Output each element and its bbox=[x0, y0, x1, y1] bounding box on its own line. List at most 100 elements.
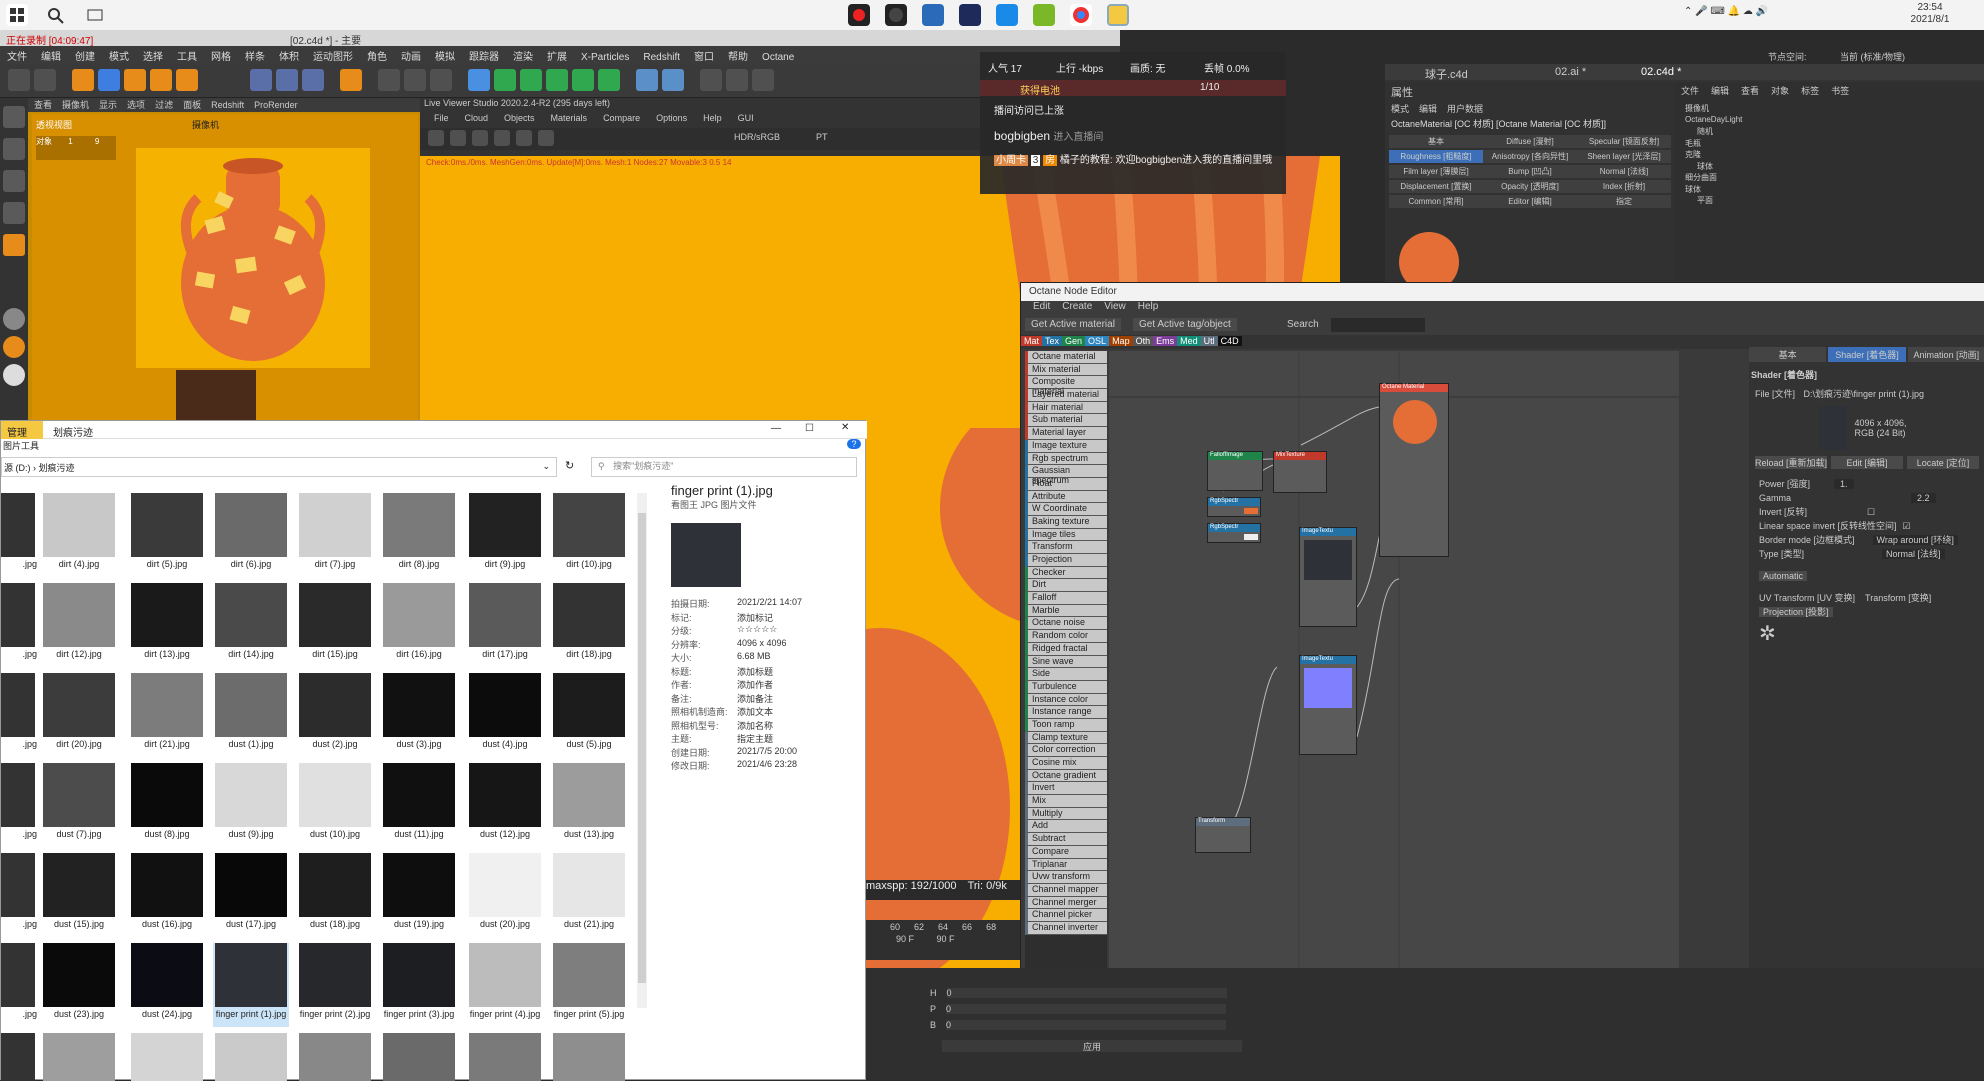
menu-item[interactable]: 编辑 bbox=[34, 46, 68, 65]
node-tab[interactable]: OSL bbox=[1085, 336, 1110, 346]
falloff-node[interactable]: FalloffImage bbox=[1207, 451, 1263, 491]
file-thumbnail[interactable]: dirt (12).jpg bbox=[41, 583, 117, 667]
node-list-item[interactable]: Channel inverter bbox=[1025, 921, 1107, 935]
meta-value[interactable]: 添加标题 bbox=[737, 665, 773, 678]
file-thumbnail-partial[interactable]: .jpg bbox=[1, 583, 37, 667]
node-tab[interactable]: C4D bbox=[1217, 336, 1242, 346]
node-editor-menu-item[interactable]: Edit bbox=[1033, 301, 1050, 312]
node-list-item[interactable]: Uvw transform bbox=[1025, 871, 1107, 884]
node-list-item[interactable]: Gaussian spectrum bbox=[1025, 465, 1107, 485]
mix-texture-node[interactable]: MixTexture bbox=[1273, 451, 1327, 493]
om-object-row[interactable]: 平面 bbox=[1685, 195, 1974, 207]
node-tab[interactable]: Utl bbox=[1200, 336, 1218, 346]
record-icon[interactable] bbox=[848, 4, 870, 26]
meta-value[interactable]: 2021/2/21 14:07 bbox=[737, 597, 802, 607]
menu-item[interactable]: 窗口 bbox=[687, 46, 721, 65]
lv-stop-icon[interactable] bbox=[494, 130, 510, 146]
file-thumbnail[interactable]: dust (7).jpg bbox=[41, 763, 117, 847]
node-list-item[interactable]: Image tiles bbox=[1025, 528, 1107, 542]
node-list-item[interactable]: Sine wave bbox=[1025, 655, 1107, 669]
scene-tab-1[interactable]: 球子.c4d bbox=[1425, 66, 1468, 82]
task-view-icon[interactable] bbox=[84, 4, 106, 26]
media-app-icon[interactable] bbox=[959, 4, 981, 26]
node-list-item[interactable]: Sub material bbox=[1025, 414, 1107, 428]
node-list-item[interactable]: Projection bbox=[1025, 554, 1107, 567]
browser-app-icon[interactable] bbox=[1033, 4, 1055, 26]
lv-menu-item[interactable]: File bbox=[434, 113, 449, 123]
om-object-row[interactable]: 细分曲面 bbox=[1685, 172, 1974, 184]
x-axis-icon[interactable] bbox=[250, 69, 272, 91]
lv-restart-icon[interactable] bbox=[450, 130, 466, 146]
menu-item[interactable]: 工具 bbox=[170, 46, 204, 65]
node-list-item[interactable]: Side bbox=[1025, 668, 1107, 681]
node-search-input[interactable] bbox=[1331, 318, 1425, 332]
meta-value[interactable]: 添加标记 bbox=[737, 611, 773, 624]
file-thumbnail[interactable]: dust (10).jpg bbox=[297, 763, 373, 847]
om-tab[interactable]: 文件 bbox=[1681, 86, 1699, 96]
file-thumbnail[interactable]: dirt (6).jpg bbox=[213, 493, 289, 577]
menu-item[interactable]: 模式 bbox=[102, 46, 136, 65]
menu-item[interactable]: 样条 bbox=[238, 46, 272, 65]
file-thumbnail[interactable]: dirt (18).jpg bbox=[551, 583, 627, 667]
snap-icon[interactable] bbox=[3, 308, 25, 330]
tab-manage[interactable]: 管理 bbox=[1, 421, 43, 439]
node-list-item[interactable]: Marble bbox=[1025, 604, 1107, 618]
node-list-item[interactable]: Clamp texture bbox=[1025, 731, 1107, 745]
get-active-material-button[interactable]: Get Active material bbox=[1025, 318, 1121, 331]
border-select[interactable]: Wrap around [环绕] bbox=[1872, 535, 1958, 545]
file-thumbnail[interactable]: dust (23).jpg bbox=[41, 943, 117, 1027]
viewport-menu-item[interactable]: 查看 bbox=[34, 100, 52, 110]
lv-lock-icon[interactable] bbox=[538, 130, 554, 146]
undo-icon[interactable] bbox=[8, 69, 30, 91]
node-list-item[interactable]: Channel mapper bbox=[1025, 883, 1107, 897]
type-select[interactable]: Normal [法线] bbox=[1882, 549, 1945, 559]
move-tool-icon[interactable] bbox=[98, 69, 120, 91]
attr-tab[interactable]: Opacity [透明度] bbox=[1483, 180, 1577, 193]
om-object-row[interactable]: 克隆 bbox=[1685, 149, 1974, 161]
file-thumbnail[interactable]: dirt (15).jpg bbox=[297, 583, 373, 667]
props-button[interactable]: Edit [编辑] bbox=[1831, 456, 1903, 469]
meta-value[interactable]: 指定主题 bbox=[737, 732, 773, 745]
om-object-row[interactable]: 随机 bbox=[1685, 126, 1974, 138]
coord-input[interactable]: 0 bbox=[946, 1004, 1227, 1014]
tray-icons[interactable]: ⌃ 🎤 ⌨ 🔔 ☁ 🔊 bbox=[1684, 6, 1768, 17]
bulb-icon[interactable] bbox=[752, 69, 774, 91]
attr-tab[interactable]: Index [折射] bbox=[1577, 180, 1671, 193]
lv-menu-item[interactable]: Options bbox=[656, 113, 687, 123]
mode-edges-icon[interactable] bbox=[3, 202, 25, 224]
om-object-row[interactable]: 摄像机 bbox=[1685, 103, 1974, 115]
node-list-item[interactable]: Compare bbox=[1025, 845, 1107, 859]
file-thumbnail[interactable]: dust (8).jpg bbox=[129, 763, 205, 847]
lv-menu-item[interactable]: GUI bbox=[738, 113, 754, 123]
node-list-item[interactable]: Random color bbox=[1025, 630, 1107, 643]
file-thumbnail[interactable]: dust (20).jpg bbox=[467, 853, 543, 937]
attr-tab[interactable]: 指定 bbox=[1577, 195, 1671, 208]
image-texture-node-1[interactable]: ImageTextu bbox=[1299, 527, 1357, 627]
file-thumbnail[interactable]: dirt (10).jpg bbox=[551, 493, 627, 577]
om-tab[interactable]: 编辑 bbox=[1711, 86, 1729, 96]
meta-value[interactable]: 添加作者 bbox=[737, 678, 773, 691]
meta-value[interactable]: 2021/4/6 23:28 bbox=[737, 759, 797, 769]
attr-tab[interactable]: Roughness [粗糙度] bbox=[1389, 150, 1483, 163]
om-tab[interactable]: 对象 bbox=[1771, 86, 1789, 96]
linear-checkbox[interactable]: ☑ bbox=[1903, 521, 1911, 531]
menu-item[interactable]: 体积 bbox=[272, 46, 306, 65]
lv-menu-item[interactable]: Help bbox=[703, 113, 722, 123]
power-input[interactable]: 1. bbox=[1834, 479, 1854, 489]
node-editor-menu-item[interactable]: View bbox=[1104, 301, 1126, 312]
file-thumbnail[interactable]: dust (1).jpg bbox=[213, 673, 289, 757]
search-box[interactable]: ⚲ 搜索"划痕污迹" bbox=[591, 457, 857, 477]
octane-material-node[interactable]: Octane Material bbox=[1379, 383, 1449, 557]
file-thumbnail-partial[interactable]: .jpg bbox=[1, 853, 37, 937]
node-list-item[interactable]: Toon ramp bbox=[1025, 718, 1107, 732]
file-thumbnail-partial[interactable]: .jpg bbox=[1, 943, 37, 1027]
file-thumbnail[interactable]: dust (15).jpg bbox=[41, 853, 117, 937]
help-icon[interactable]: ? bbox=[847, 439, 861, 449]
lv-menu-item[interactable]: Compare bbox=[603, 113, 640, 123]
node-list-item[interactable]: Transform bbox=[1025, 541, 1107, 554]
render-settings-icon[interactable] bbox=[430, 69, 452, 91]
node-tab[interactable]: Gen bbox=[1062, 336, 1086, 346]
file-thumbnail[interactable]: dirt (16).jpg bbox=[381, 583, 457, 667]
coord-input[interactable]: 0 bbox=[946, 988, 1227, 998]
viewport-menu-item[interactable]: ProRender bbox=[254, 100, 298, 110]
